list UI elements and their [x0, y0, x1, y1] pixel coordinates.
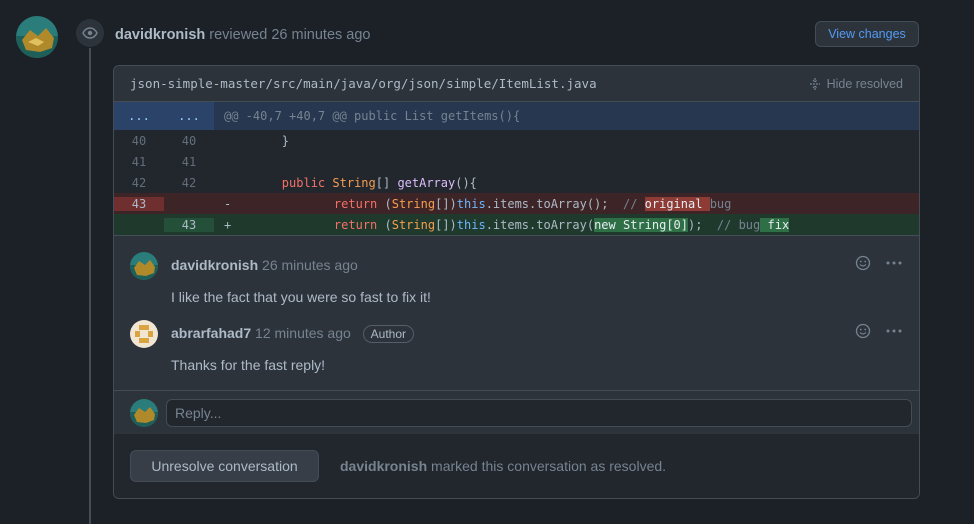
comment-meta: abrarfahad7 12 minutes ago Author — [171, 325, 415, 343]
line-number-new[interactable]: 43 — [164, 217, 214, 232]
comment-author[interactable]: davidkronish — [171, 257, 258, 273]
reply-bar: Reply... — [114, 390, 919, 436]
comment-body: I like the fact that you were so fast to… — [171, 289, 431, 305]
smiley-icon[interactable] — [855, 255, 871, 276]
hunk-header: ... ... @@ -40,7 +40,7 @@ public List ge… — [114, 102, 919, 130]
kebab-horizontal-icon[interactable] — [885, 255, 903, 276]
line-number-old[interactable]: 42 — [114, 176, 164, 190]
line-number-new[interactable]: 41 — [164, 155, 214, 169]
diff-sign: - — [224, 196, 232, 211]
hunk-expand-old[interactable]: ... — [114, 102, 164, 130]
resolver-name[interactable]: davidkronish — [340, 458, 427, 474]
review-header: davidkronish reviewed 26 minutes ago — [115, 27, 371, 43]
comment-item: davidkronish 26 minutes ago I like the f… — [130, 252, 903, 312]
diff-line: 41 41 — [114, 151, 919, 172]
line-code: } — [224, 133, 290, 148]
resolved-note: davidkronish marked this conversation as… — [340, 458, 666, 474]
comment-actions — [855, 255, 903, 276]
file-header: json-simple-master/src/main/java/org/jso… — [114, 66, 919, 102]
diff-line-deleted: 43 - return (String[])this.items.toArray… — [114, 193, 919, 214]
line-code: - return (String[])this.items.toArray();… — [224, 196, 732, 211]
comment-actions — [855, 323, 903, 344]
unresolve-conversation-button[interactable]: Unresolve conversation — [130, 450, 319, 482]
review-action: reviewed 26 minutes ago — [209, 27, 371, 43]
commenter-avatar[interactable] — [130, 252, 158, 280]
commenter-avatar[interactable] — [130, 320, 158, 348]
comment-meta: davidkronish 26 minutes ago — [171, 257, 358, 273]
hunk-text: @@ -40,7 +40,7 @@ public List getItems()… — [224, 109, 521, 123]
comment-body: Thanks for the fast reply! — [171, 357, 326, 373]
view-changes-button[interactable]: View changes — [815, 21, 919, 47]
hide-resolved-label: Hide resolved — [826, 76, 903, 91]
review-thread: json-simple-master/src/main/java/org/jso… — [113, 65, 920, 499]
comment-item: abrarfahad7 12 minutes ago Author Thanks… — [130, 320, 903, 380]
diff-sign: + — [224, 217, 232, 232]
line-code: + return (String[])this.items.toArray(ne… — [224, 217, 790, 232]
kebab-horizontal-icon[interactable] — [885, 323, 903, 344]
reviewer-avatar[interactable] — [16, 16, 58, 58]
comment-list: davidkronish 26 minutes ago I like the f… — [114, 235, 919, 390]
diff-table: ... ... @@ -40,7 +40,7 @@ public List ge… — [114, 102, 919, 235]
hide-resolved-button[interactable]: Hide resolved — [809, 77, 903, 91]
author-badge: Author — [362, 325, 415, 343]
eye-icon — [76, 19, 104, 47]
reply-input[interactable]: Reply... — [166, 399, 912, 427]
file-path[interactable]: json-simple-master/src/main/java/org/jso… — [130, 76, 597, 91]
current-user-avatar[interactable] — [130, 399, 158, 427]
line-number-new[interactable]: 42 — [164, 176, 214, 190]
comment-time[interactable]: 26 minutes ago — [262, 257, 358, 273]
timeline-line — [89, 48, 91, 524]
comment-author[interactable]: abrarfahad7 — [171, 325, 251, 341]
comment-time[interactable]: 12 minutes ago — [255, 325, 351, 341]
line-number-old[interactable]: 40 — [114, 134, 164, 148]
line-number-old[interactable]: 41 — [114, 155, 164, 169]
resolved-text: marked this conversation as resolved. — [431, 458, 667, 474]
hunk-expand-new[interactable]: ... — [164, 102, 214, 130]
line-code: public String[] getArray(){ — [281, 175, 477, 190]
review-author[interactable]: davidkronish — [115, 27, 205, 43]
diff-line: 40 40 } — [114, 130, 919, 151]
smiley-icon[interactable] — [855, 323, 871, 344]
line-number-new[interactable]: 40 — [164, 134, 214, 148]
thread-footer: Unresolve conversation davidkronish mark… — [114, 434, 919, 498]
diff-line: 42 42 public String[] getArray(){ — [114, 172, 919, 193]
diff-line-added: 43 + return (String[])this.items.toArray… — [114, 214, 919, 235]
fold-icon — [809, 77, 820, 90]
line-number-old[interactable]: 43 — [114, 196, 164, 211]
